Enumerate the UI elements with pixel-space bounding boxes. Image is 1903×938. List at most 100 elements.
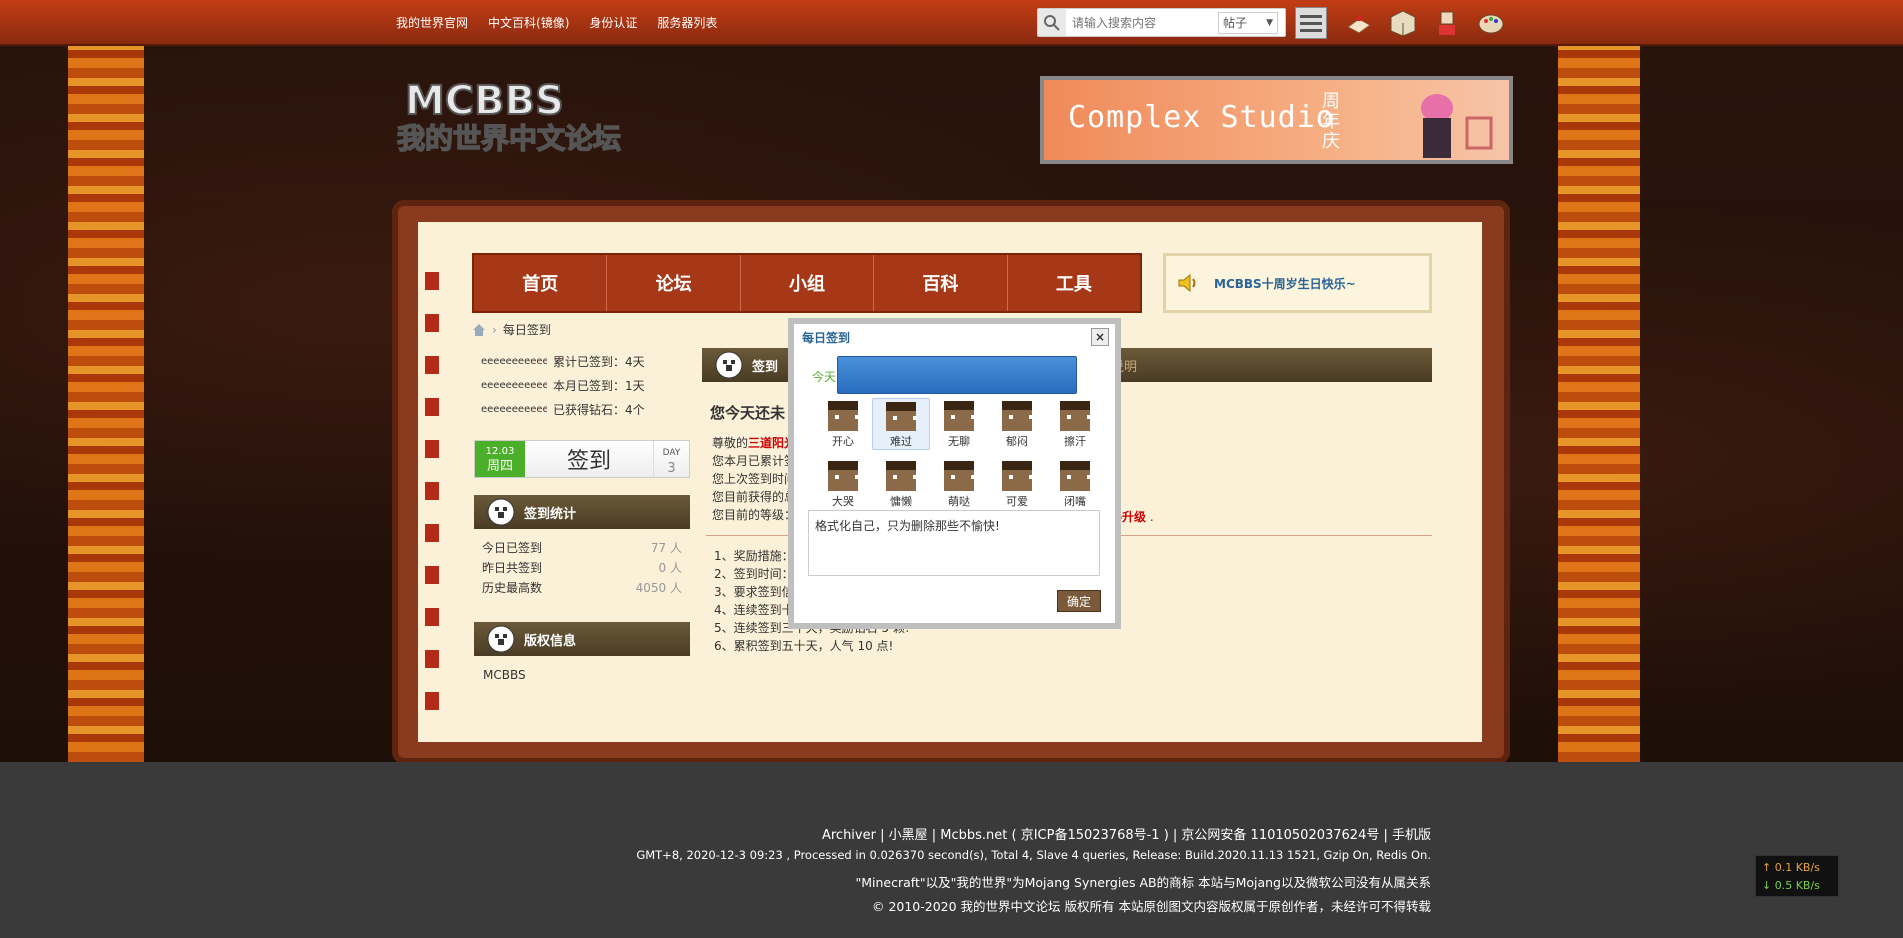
search-scope-select[interactable]: 帖子 ▼ (1218, 11, 1278, 34)
face-icon (1060, 461, 1091, 491)
table-row: 昨日共签到 0 人 (482, 558, 682, 578)
day-value: 3 (667, 461, 676, 476)
creeper-badge-icon (484, 495, 518, 529)
svg-text:MCBBS: MCBBS (405, 78, 564, 124)
footer-links[interactable]: Archiver | 小黑屋 | Mcbbs.net ( 京ICP备150237… (822, 824, 1431, 843)
stat-username: eeeeeeeeeeee (481, 380, 547, 391)
lava-column-right (1558, 46, 1640, 762)
mood-picker: 开心 难过 无聊 郁闷 擦汗 大哭 慵懒 萌哒 可爱 闭嘴 (814, 398, 1104, 510)
sign-stats-header: 签到统计 (474, 495, 690, 529)
mood-option[interactable]: 可爱 (988, 458, 1046, 510)
face-icon (886, 461, 917, 491)
mood-option[interactable]: 大哭 (814, 458, 872, 510)
modal-title: 每日签到 (802, 330, 851, 345)
download-speed: ↓ 0.5 KB/s (1762, 879, 1820, 892)
stat-label: 本月已签到：1天 (553, 379, 645, 393)
lava-column-left (68, 46, 144, 762)
link-wiki[interactable]: 中文百科(镜像) (488, 14, 569, 31)
breadcrumb-separator: › (492, 322, 497, 337)
link-official[interactable]: 我的世界官网 (396, 14, 468, 31)
search-icon[interactable] (1038, 9, 1066, 36)
link-servers[interactable]: 服务器列表 (657, 14, 717, 31)
footer: Archiver | 小黑屋 | Mcbbs.net ( 京ICP备150237… (0, 762, 1903, 938)
mood-label: 郁闷 (1006, 435, 1028, 448)
nav-forum[interactable]: 论坛 (607, 255, 741, 311)
breadcrumb: › 每日签到 (472, 321, 551, 338)
mood-label: 无聊 (948, 435, 970, 448)
close-icon[interactable]: × (1091, 328, 1109, 346)
sign-in-button[interactable]: 12.03 周四 签到 DAY 3 (474, 440, 690, 478)
mood-option-selected[interactable]: 难过 (872, 398, 930, 450)
mood-label: 擦汗 (1064, 435, 1086, 448)
nav-home[interactable]: 首页 (474, 255, 608, 311)
info-line: 尊敬的三道阳光 (712, 434, 796, 452)
table-row: 今日已签到 77 人 (482, 538, 682, 558)
stat-row: eeeeeeeeeeee 累计已签到：4天 (481, 350, 645, 374)
sign-day-counter: DAY 3 (653, 441, 689, 477)
network-speed-widget: ↑ 0.1 KB/s ↓ 0.5 KB/s (1755, 855, 1839, 897)
day-label: DAY (662, 448, 681, 458)
link-auth[interactable]: 身份认证 (589, 14, 637, 31)
row-value: 0 人 (658, 561, 682, 575)
sign-label: 签到 (566, 449, 611, 474)
nav-groups[interactable]: 小组 (741, 255, 875, 311)
mood-option[interactable]: 郁闷 (988, 398, 1046, 450)
modal-status-text: 今天 (812, 370, 837, 384)
speaker-icon (1178, 273, 1196, 293)
main-info-lines: 尊敬的三道阳光 您本月已累计签 您上次签到时间 您目前获得的总 您目前的等级： (712, 434, 796, 524)
info-line-text: 尊敬的 (712, 436, 749, 450)
crafting-table-icon[interactable] (1389, 9, 1417, 37)
breadcrumb-current: 每日签到 (502, 323, 551, 337)
banner-subtitle: 周年庆 (1322, 91, 1340, 152)
menu-icon[interactable] (1295, 7, 1327, 39)
row-label: 今日已签到 (482, 541, 543, 555)
site-logo[interactable]: MCBBS 我的世界中文论坛 (395, 76, 655, 162)
search-scope-label: 帖子 (1223, 16, 1248, 30)
top-bar: 我的世界官网 中文百科(镜像) 身份认证 服务器列表 帖子 ▼ (0, 0, 1903, 46)
info-line: 您上次签到时间 (712, 472, 797, 486)
top-links: 我的世界官网 中文百科(镜像) 身份认证 服务器列表 (396, 14, 717, 31)
message-input[interactable]: 格式化自己，只为删除那些不愉快! (808, 510, 1100, 576)
main-title: 您今天还未 (710, 404, 786, 422)
home-icon[interactable] (472, 323, 486, 337)
stat-username: eeeeeeeeeeee (481, 356, 547, 367)
cake-icon[interactable] (1345, 9, 1373, 37)
nav-tools[interactable]: 工具 (1008, 255, 1140, 311)
palette-icon[interactable] (1477, 9, 1505, 37)
sign-weekday: 周四 (486, 459, 513, 474)
user-sign-stats: eeeeeeeeeeee 累计已签到：4天 eeeeeeeeeeee 本月已签到：1… (481, 350, 645, 422)
footer-trademark: "Minecraft"以及"我的世界"为Mojang Synergies AB的… (855, 875, 1432, 890)
complex-studio-banner[interactable]: Complex Studio 周年庆 (1040, 76, 1513, 164)
mood-option[interactable]: 闭嘴 (1046, 458, 1104, 510)
mood-option[interactable]: 开心 (814, 398, 872, 450)
mood-option[interactable]: 慵懒 (872, 458, 930, 510)
creeper-badge-icon (712, 348, 746, 382)
mood-option[interactable]: 无聊 (930, 398, 988, 450)
modal-header: 每日签到 × (794, 324, 1115, 350)
user-icon[interactable] (1433, 9, 1461, 37)
sign-stats-title: 签到统计 (524, 506, 577, 522)
stat-label: 已获得钻石：4个 (553, 403, 645, 417)
daily-sign-modal: 每日签到 × 今天 开心 难过 无聊 郁闷 擦汗 大哭 慵懒 萌哒 可爱 闭嘴 … (788, 318, 1121, 629)
main-header-title: 签到 (752, 359, 779, 375)
search-input[interactable] (1072, 15, 1212, 30)
sign-stats-table: 今日已签到 77 人 昨日共签到 0 人 历史最高数 4050 人 (482, 538, 682, 598)
search-box: 帖子 ▼ (1037, 8, 1286, 37)
info-line: 您本月已累计签 (712, 454, 797, 468)
face-icon (1002, 401, 1033, 431)
notice-text[interactable]: MCBBS十周岁生日快乐~ (1214, 275, 1356, 292)
sign-date-value: 12.03 (485, 446, 515, 457)
face-icon (1060, 401, 1091, 431)
nav-wiki[interactable]: 百科 (874, 255, 1008, 311)
confirm-button[interactable]: 确定 (1057, 590, 1101, 612)
stat-label: 累计已签到：4天 (553, 355, 645, 369)
mood-label: 萌哒 (948, 495, 970, 508)
mood-option[interactable]: 擦汗 (1046, 398, 1104, 450)
footer-copyright: © 2010-2020 我的世界中文论坛 版权所有 本站原创图文内容版权属于原创… (871, 899, 1431, 914)
mood-option[interactable]: 萌哒 (930, 458, 988, 510)
copyright-title: 版权信息 (524, 633, 577, 649)
mood-label: 开心 (832, 435, 854, 448)
face-icon (828, 401, 859, 431)
book-binding (425, 252, 439, 712)
mood-label: 闭嘴 (1064, 495, 1086, 508)
